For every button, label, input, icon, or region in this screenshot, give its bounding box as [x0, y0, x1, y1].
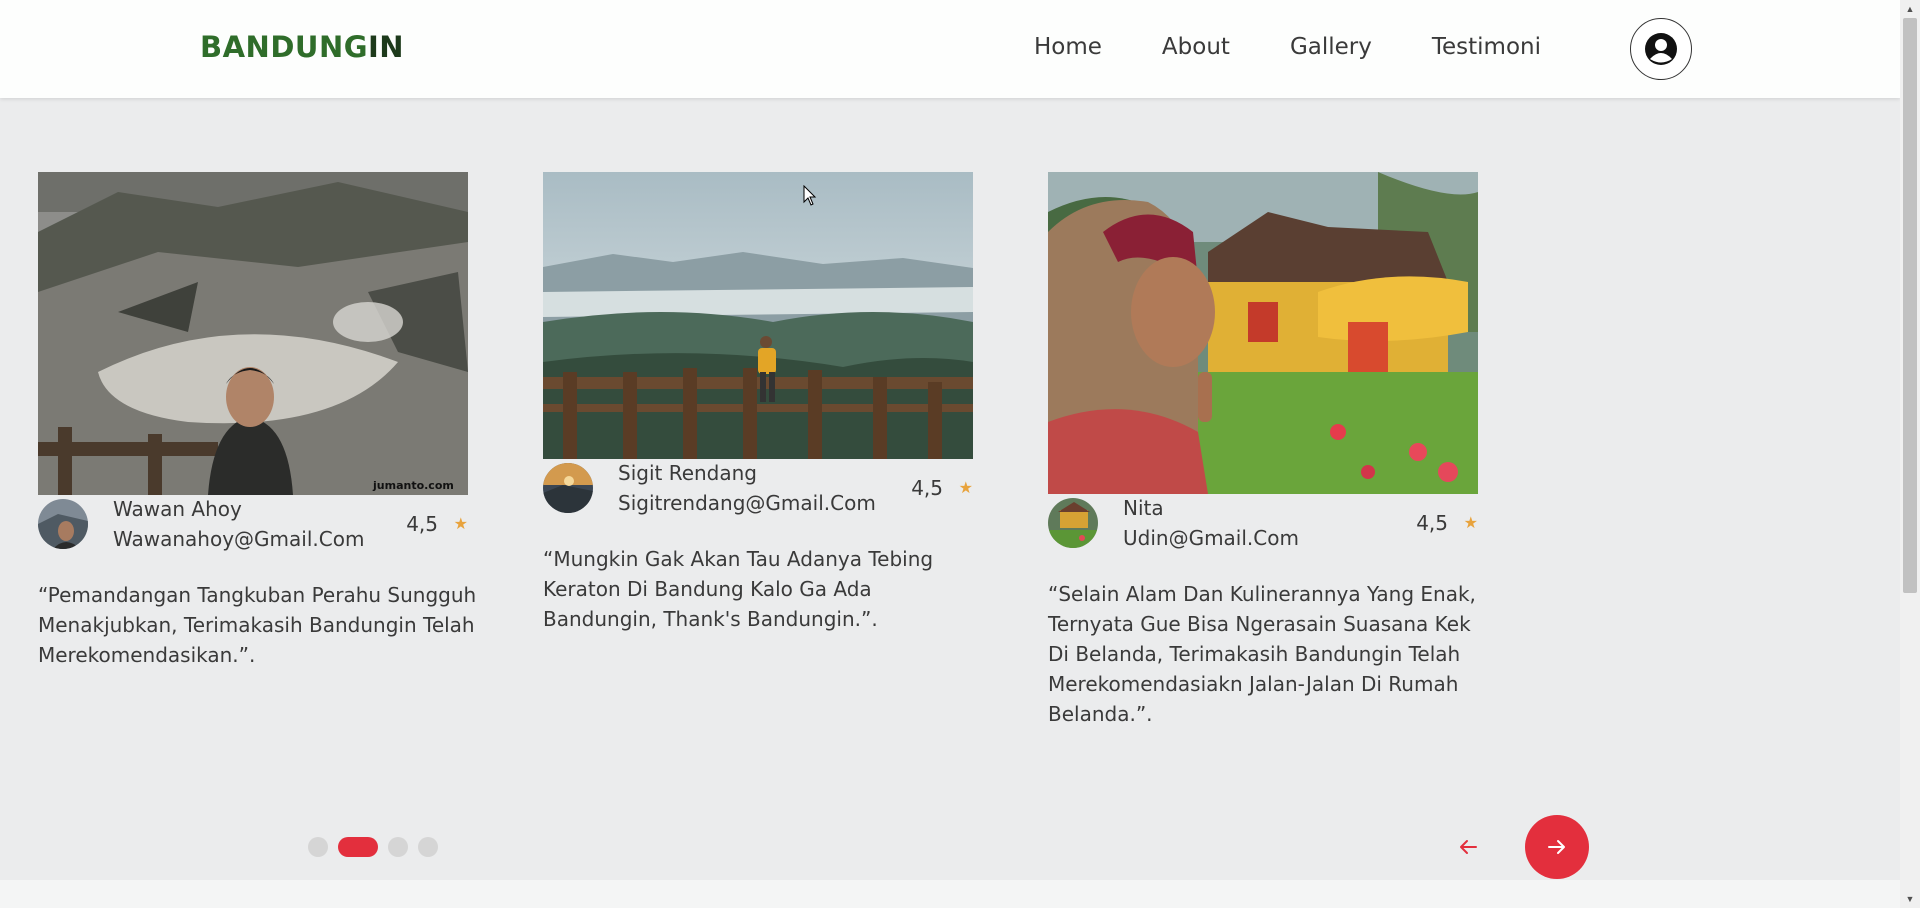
testimonial-photo-rumah-belanda: [1048, 172, 1478, 494]
star-icon: ★: [1463, 515, 1478, 532]
reviewer-email: Sigitrendang@Gmail.Com: [618, 491, 876, 515]
carousel-dot-1[interactable]: [308, 837, 328, 857]
carousel-dot-4[interactable]: [418, 837, 438, 857]
arrow-right-icon: [1548, 840, 1565, 854]
scroll-up-arrow-icon[interactable]: ▲: [1900, 0, 1920, 18]
reviewer-name: Nita: [1123, 496, 1164, 520]
rating-value: 4,5: [1416, 511, 1448, 535]
testimonial-meta: Wawan Ahoy Wawanahoy@Gmail.Com 4,5 ★: [38, 497, 468, 557]
logo-text-green: BANDUNG: [200, 30, 369, 64]
rating-value: 4,5: [406, 512, 438, 536]
testimonial-meta: Sigit Rendang Sigitrendang@Gmail.Com 4,5…: [543, 461, 973, 521]
testimonial-meta: Nita Udin@Gmail.Com 4,5 ★: [1048, 496, 1478, 556]
nav-gallery[interactable]: Gallery: [1290, 34, 1372, 60]
carousel-dot-2[interactable]: [338, 837, 378, 857]
vertical-scrollbar[interactable]: ▲ ▼: [1900, 0, 1920, 908]
site-logo[interactable]: BANDUNGIN: [200, 30, 404, 64]
testimonial-quote: “Mungkin Gak Akan Tau Adanya Tebing Kera…: [543, 547, 934, 631]
user-account-button[interactable]: [1630, 18, 1692, 80]
nav-about[interactable]: About: [1162, 34, 1230, 60]
mouse-pointer-icon: [803, 185, 817, 206]
reviewer-email: Udin@Gmail.Com: [1123, 526, 1299, 550]
rating-value: 4,5: [911, 476, 943, 500]
arrow-left-icon: [1460, 840, 1477, 854]
avatar: [38, 499, 88, 549]
nav-testimoni[interactable]: Testimoni: [1432, 34, 1541, 60]
scrollbar-thumb[interactable]: [1903, 18, 1917, 593]
user-circle-icon: [1645, 33, 1677, 65]
carousel-prev-button[interactable]: [1450, 825, 1486, 869]
photo-watermark: jumanto.com: [372, 479, 454, 492]
reviewer-email: Wawanahoy@Gmail.Com: [113, 527, 365, 551]
reviewer-name: Wawan Ahoy: [113, 497, 242, 521]
star-icon: ★: [453, 516, 468, 533]
logo-text-dark: IN: [368, 30, 405, 64]
nav-home[interactable]: Home: [1034, 34, 1102, 60]
carousel-pagination: [308, 837, 448, 857]
avatar: [1048, 498, 1098, 548]
star-icon: ★: [958, 480, 973, 497]
carousel-next-button[interactable]: [1525, 815, 1589, 879]
carousel-dot-3[interactable]: [388, 837, 408, 857]
main-nav: Home About Gallery Testimoni: [1034, 34, 1541, 60]
testimonial-quote: “Pemandangan Tangkuban Perahu Sungguh Me…: [38, 583, 477, 667]
site-header: BANDUNGIN Home About Gallery Testimoni: [0, 0, 1900, 98]
testimonial-photo-misty-forest: [543, 172, 973, 459]
avatar: [543, 463, 593, 513]
scroll-down-arrow-icon[interactable]: ▼: [1900, 890, 1920, 908]
testimonial-quote: “Selain Alam Dan Kulinerannya Yang Enak,…: [1048, 582, 1476, 726]
page-footer-edge: [0, 880, 1900, 908]
testimonial-photo-crater: jumanto.com: [38, 172, 468, 495]
reviewer-name: Sigit Rendang: [618, 461, 758, 485]
